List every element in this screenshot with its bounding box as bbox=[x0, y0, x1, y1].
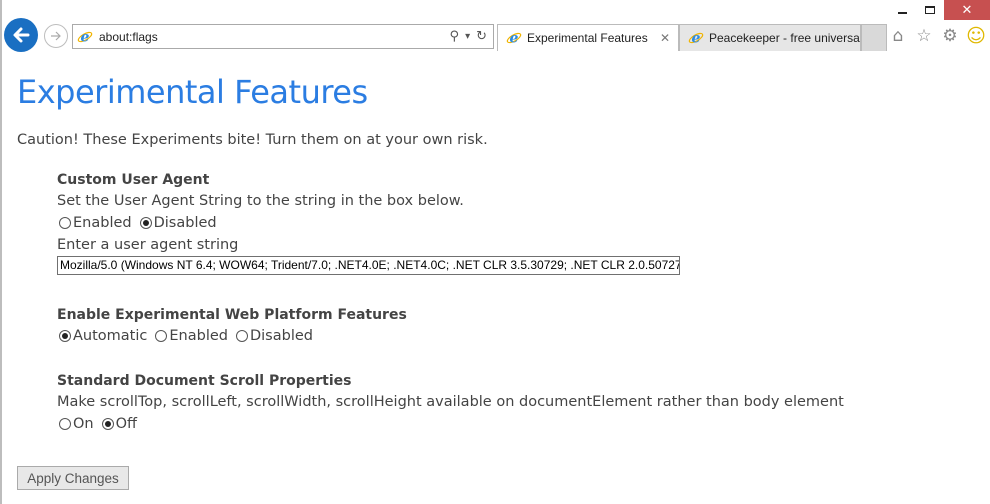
tab-label: Peacekeeper - free universa... bbox=[709, 31, 860, 45]
radio-label: Automatic bbox=[73, 328, 148, 344]
address-input[interactable]: about:flags bbox=[99, 30, 450, 44]
radio-label: Enabled bbox=[169, 328, 228, 344]
new-tab-button[interactable] bbox=[861, 24, 887, 51]
radio-button[interactable] bbox=[101, 418, 114, 430]
radio-button[interactable] bbox=[235, 330, 248, 342]
radio-disabled[interactable]: Disabled bbox=[234, 325, 313, 347]
radio-button[interactable] bbox=[59, 330, 71, 342]
feature-title: Custom User Agent bbox=[57, 172, 210, 188]
feature-description: Make scrollTop, scrollLeft, scrollWidth,… bbox=[57, 394, 844, 410]
feature-title: Standard Document Scroll Properties bbox=[57, 373, 352, 389]
svg-text:e: e bbox=[510, 31, 519, 47]
maximize-icon bbox=[925, 6, 935, 14]
radio-button[interactable] bbox=[59, 418, 71, 430]
radio-button[interactable] bbox=[59, 217, 71, 229]
tab-label: Experimental Features bbox=[527, 31, 648, 45]
radio-group: Enabled Disabled bbox=[57, 212, 977, 234]
chevron-down-icon[interactable]: ▾ bbox=[465, 31, 470, 42]
feature-standard-scroll-properties: Standard Document Scroll Properties Make… bbox=[57, 371, 977, 435]
radio-disabled[interactable]: Disabled bbox=[138, 212, 217, 234]
radio-group: On Off bbox=[57, 413, 977, 435]
window-left-border bbox=[0, 0, 2, 504]
feature-title: Enable Experimental Web Platform Feature… bbox=[57, 307, 407, 323]
forward-arrow-icon bbox=[51, 31, 61, 41]
radio-button[interactable] bbox=[139, 217, 152, 229]
radio-label: Off bbox=[115, 416, 138, 432]
favorites-star-icon[interactable]: ☆ bbox=[914, 26, 934, 46]
address-bar[interactable]: e about:flags ⚲ ▾ ↻ bbox=[72, 24, 494, 49]
ie-logo-icon: e bbox=[506, 31, 522, 47]
search-icon[interactable]: ⚲ bbox=[450, 29, 460, 44]
refresh-icon[interactable]: ↻ bbox=[476, 29, 487, 44]
page-content: Experimental Features Caution! These Exp… bbox=[17, 70, 977, 459]
ie-logo-icon: e bbox=[688, 31, 704, 47]
smiley-feedback-icon[interactable]: ☺ bbox=[966, 25, 986, 47]
back-arrow-icon bbox=[13, 27, 30, 43]
svg-text:e: e bbox=[692, 31, 701, 47]
feature-custom-user-agent: Custom User Agent Set the User Agent Str… bbox=[57, 170, 977, 275]
tab-experimental-features[interactable]: e Experimental Features ✕ bbox=[497, 24, 679, 51]
radio-automatic[interactable]: Automatic bbox=[57, 325, 147, 347]
apply-changes-button[interactable]: Apply Changes bbox=[17, 466, 129, 490]
caution-text: Caution! These Experiments bite! Turn th… bbox=[17, 132, 488, 148]
forward-button[interactable] bbox=[44, 24, 68, 48]
radio-label: Disabled bbox=[153, 215, 217, 231]
user-agent-input[interactable]: Mozilla/5.0 (Windows NT 6.4; WOW64; Trid… bbox=[57, 256, 680, 275]
close-tab-icon[interactable]: ✕ bbox=[660, 31, 670, 45]
ie-logo-icon: e bbox=[77, 29, 93, 45]
radio-label: On bbox=[73, 416, 94, 432]
feature-description: Set the User Agent String to the string … bbox=[57, 193, 464, 209]
radio-label: Disabled bbox=[249, 328, 313, 344]
radio-off[interactable]: Off bbox=[100, 413, 137, 435]
tab-peacekeeper[interactable]: e Peacekeeper - free universa... bbox=[679, 24, 861, 51]
page-title: Experimental Features bbox=[17, 73, 368, 111]
svg-text:e: e bbox=[81, 29, 90, 45]
radio-enabled[interactable]: Enabled bbox=[57, 212, 132, 234]
feature-experimental-web-platform: Enable Experimental Web Platform Feature… bbox=[57, 305, 977, 347]
gear-icon[interactable]: ⚙ bbox=[940, 26, 960, 46]
radio-enabled[interactable]: Enabled bbox=[153, 325, 228, 347]
back-button[interactable] bbox=[4, 18, 38, 52]
radio-group: Automatic Enabled Disabled bbox=[57, 325, 977, 347]
home-icon[interactable]: ⌂ bbox=[888, 26, 908, 46]
radio-label: Enabled bbox=[73, 215, 132, 231]
radio-on[interactable]: On bbox=[57, 413, 94, 435]
input-label: Enter a user agent string bbox=[57, 237, 239, 253]
navigation-toolbar: e about:flags ⚲ ▾ ↻ e Experimental Featu… bbox=[0, 14, 990, 58]
radio-button[interactable] bbox=[155, 330, 168, 342]
